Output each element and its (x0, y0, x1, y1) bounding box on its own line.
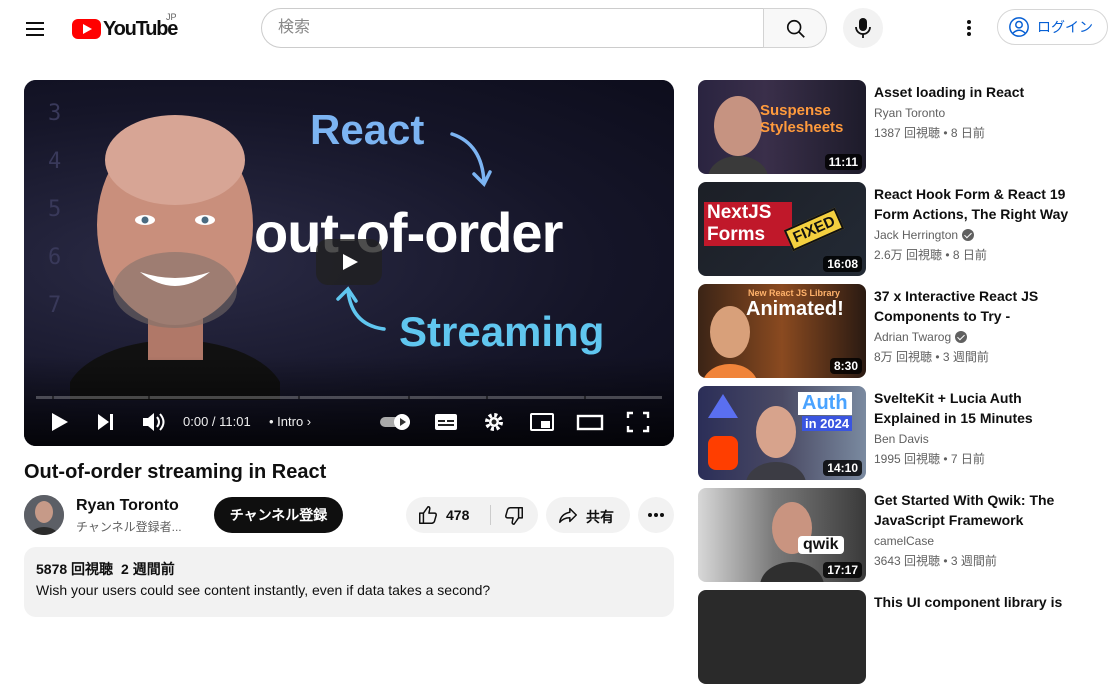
related-thumbnail: New React JS Library Animated! 8:30 (698, 284, 866, 378)
thumbnail-code-backdrop: 34567 (48, 101, 62, 318)
channel-avatar[interactable] (24, 495, 64, 535)
settings-more-icon[interactable] (953, 12, 985, 44)
settings-gear-icon[interactable] (480, 408, 508, 436)
description-text: Wish your users could see content instan… (36, 582, 491, 598)
progress-bar[interactable] (36, 396, 662, 399)
search-input[interactable] (261, 8, 763, 48)
arrow-up-icon (336, 286, 386, 331)
related-meta: 1995 回視聴 • 7 日前 (874, 452, 985, 466)
related-video-item[interactable]: This UI component library is (698, 590, 1104, 684)
theater-mode-icon[interactable] (576, 408, 604, 436)
duration-badge: 14:10 (823, 460, 862, 476)
thumbnail-word-streaming: Streaming (399, 308, 605, 355)
related-video-item[interactable]: Suspense Stylesheets 11:11 Asset loading… (698, 80, 1104, 174)
description-box[interactable]: 5878 回視聴 2 週間前 Wish your users could see … (24, 547, 674, 617)
subscriber-count: チャンネル登録者... (76, 520, 182, 534)
share-button[interactable]: 共有 (546, 497, 630, 533)
time-display: 0:00 / 11:01 (183, 414, 251, 429)
volume-icon[interactable] (140, 408, 166, 436)
video-title: Out-of-order streaming in React (24, 461, 327, 483)
like-dislike-group: 478 (406, 497, 538, 533)
related-video-item[interactable]: Auth in 2024 14:10 SvelteKit + Lucia Aut… (698, 386, 1104, 480)
search-bar (261, 8, 827, 48)
large-play-button[interactable] (316, 239, 382, 285)
video-player[interactable]: 34567 React out-of-order Streaming 0:00 … (24, 80, 674, 446)
subscribe-button[interactable]: チャンネル登録 (214, 497, 343, 533)
channel-name[interactable]: Ryan Toronto (76, 497, 179, 515)
related-thumbnail: qwik 17:17 (698, 488, 866, 582)
related-meta: 3643 回視聴 • 3 週間前 (874, 554, 997, 568)
dislike-button[interactable] (491, 497, 538, 533)
thumbnail-word-react: React (310, 106, 425, 153)
related-title: Asset loading in React (874, 84, 1025, 100)
like-count: 478 (446, 507, 470, 523)
account-icon (1009, 17, 1029, 37)
related-thumbnail: NextJS Forms FIXED 16:08 (698, 182, 866, 276)
duration-badge: 11:11 (824, 154, 862, 170)
share-arrow-icon (559, 507, 577, 524)
like-button[interactable]: 478 (406, 497, 490, 533)
voice-search-button[interactable] (843, 8, 883, 48)
related-title: Get Started With Qwik: The JavaScript Fr… (874, 492, 1055, 528)
related-meta: 1387 回視聴 • 8 日前 (874, 126, 985, 140)
chapter-button[interactable]: • Intro › (269, 414, 311, 429)
related-video-item[interactable]: qwik 17:17 Get Started With Qwik: The Ja… (698, 488, 1104, 582)
arrow-down-icon (450, 132, 492, 187)
related-video-item[interactable]: New React JS Library Animated! 8:30 37 x… (698, 284, 1104, 378)
related-channel: Adrian Twarog (874, 330, 968, 344)
login-button[interactable]: ログイン (997, 9, 1108, 45)
presenter-image (70, 115, 280, 400)
thumbs-up-icon (419, 506, 437, 524)
thumbnail-word-main: out-of-order (254, 201, 563, 264)
play-icon[interactable] (48, 408, 72, 436)
related-title: This UI component library is (874, 594, 1063, 610)
thumbnail-badge: FIXED (783, 207, 845, 252)
related-channel: Ben Davis (874, 432, 929, 446)
youtube-play-icon (72, 19, 101, 39)
youtube-logo[interactable]: YouTube JP (72, 12, 178, 41)
autoplay-toggle-icon[interactable] (378, 408, 414, 436)
related-title: 37 x Interactive React JS Components to … (874, 288, 1039, 324)
related-thumbnail (698, 590, 866, 684)
related-thumbnail: Suspense Stylesheets 11:11 (698, 80, 866, 174)
more-actions-button[interactable] (638, 497, 674, 533)
thumbs-down-icon (505, 507, 523, 525)
related-channel: Ryan Toronto (874, 106, 946, 120)
verified-badge-icon (962, 229, 975, 241)
related-meta: 2.6万 回視聴 • 8 日前 (874, 248, 987, 262)
chapter-label: Intro (277, 414, 304, 429)
top-bar: YouTube JP ログイン (0, 0, 1109, 56)
related-channel: camelCase (874, 534, 935, 548)
search-button[interactable] (763, 8, 827, 48)
related-title: SvelteKit + Lucia Auth Explained in 15 M… (874, 390, 1033, 426)
related-video-item[interactable]: NextJS Forms FIXED 16:08 React Hook Form… (698, 182, 1104, 276)
search-icon (786, 19, 805, 38)
duration-badge: 8:30 (829, 358, 862, 374)
region-code: JP (166, 12, 177, 22)
next-icon[interactable] (94, 408, 118, 436)
microphone-icon (855, 18, 871, 38)
publish-date: 2 週間前 (121, 561, 175, 577)
miniplayer-icon[interactable] (528, 408, 556, 436)
related-meta: 8万 回視聴 • 3 週間前 (874, 350, 989, 364)
duration-badge: 16:08 (823, 256, 862, 272)
related-channel: Jack Herrington (874, 228, 975, 242)
subtitles-icon[interactable] (432, 408, 460, 436)
description-stats: 5878 回視聴 2 週間前 (36, 559, 662, 579)
verified-badge-icon (955, 331, 968, 343)
hamburger-menu-icon[interactable] (20, 14, 52, 42)
fullscreen-icon[interactable] (624, 408, 652, 436)
duration-badge: 17:17 (823, 562, 862, 578)
related-thumbnail: Auth in 2024 14:10 (698, 386, 866, 480)
view-count: 5878 回視聴 (36, 561, 114, 577)
related-title: React Hook Form & React 19 Form Actions,… (874, 186, 1069, 222)
